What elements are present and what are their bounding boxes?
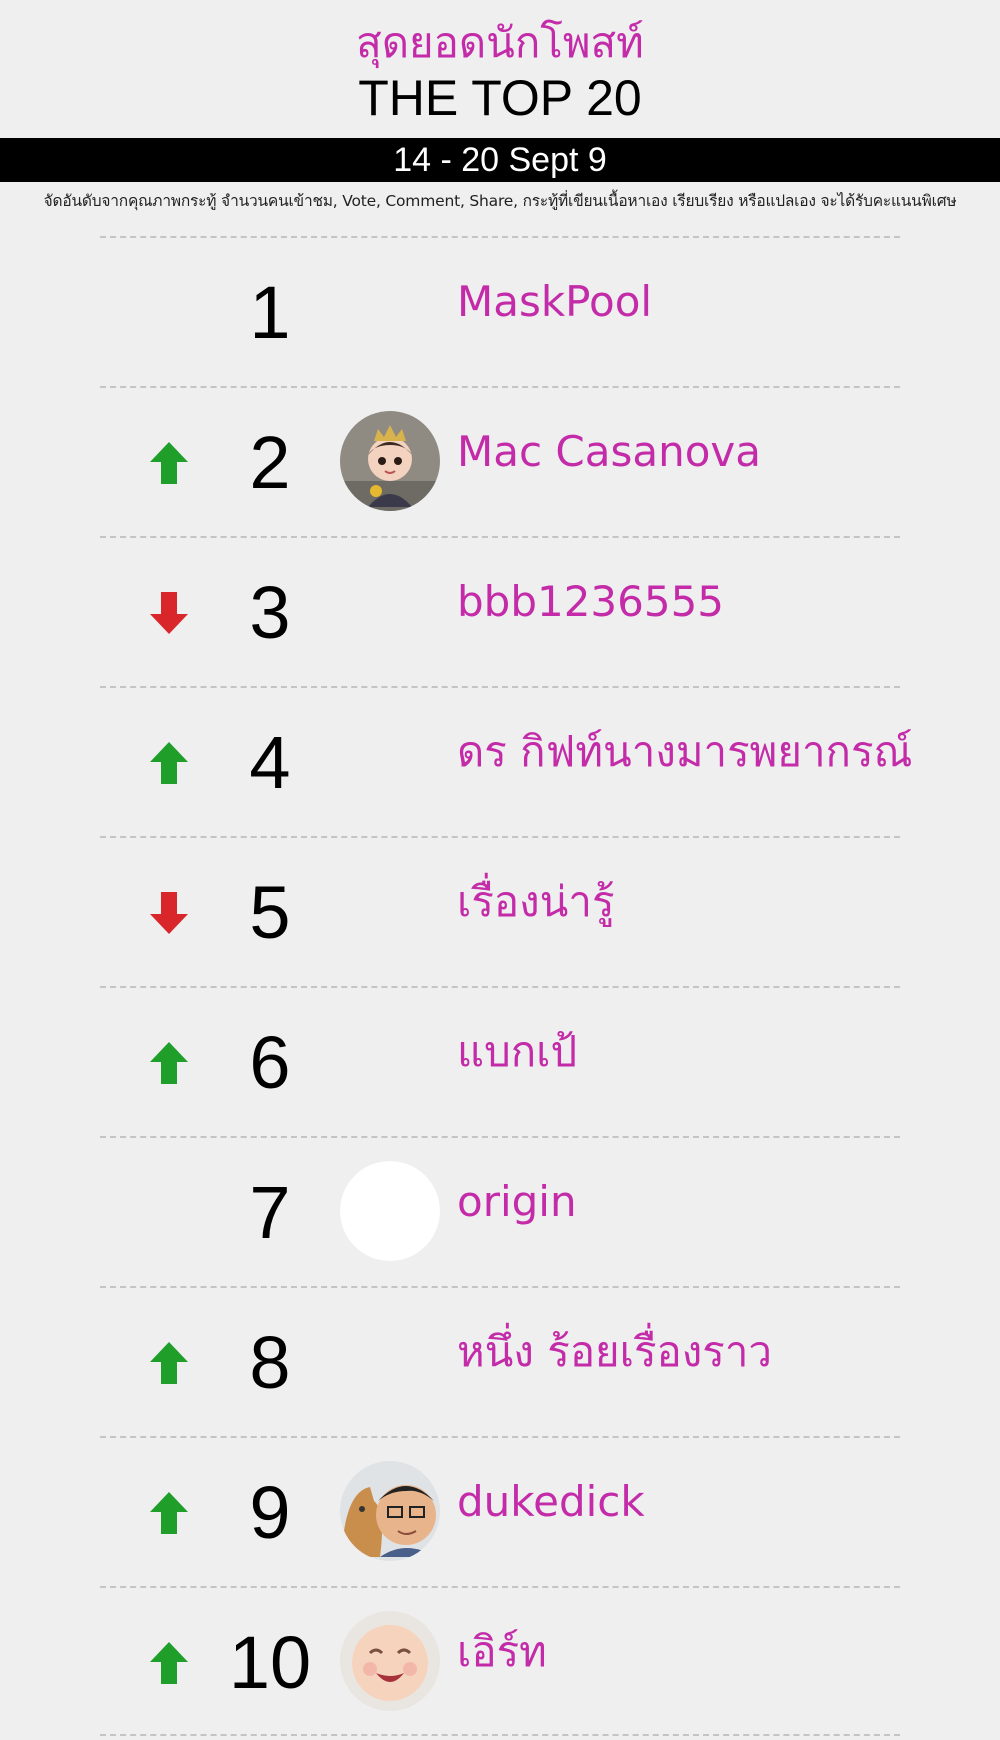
title-english: THE TOP 20 xyxy=(358,70,642,126)
trend-up-arrow-icon xyxy=(148,1340,190,1386)
user-avatar[interactable] xyxy=(340,1161,440,1261)
date-range-bar: 14 - 20 Sept 9 xyxy=(0,138,1000,182)
ranking-row: 1 MaskPool xyxy=(100,236,900,386)
ranking-row: 5 เรื่องน่ารู้ xyxy=(100,836,900,986)
ranking-row: 4 ดร กิฟท์นางมารพยากรณ์ xyxy=(100,686,913,836)
trend-down-arrow-icon xyxy=(148,590,190,636)
rank-number: 9 xyxy=(249,1471,291,1554)
ranking-list: 1 MaskPool 2 Mac Casanova 3 bbb1236555 4 ดร กิ… xyxy=(100,236,913,1736)
trend-up-arrow-icon xyxy=(148,440,190,486)
rank-number: 5 xyxy=(249,871,291,954)
user-name-link[interactable]: เรื่องน่ารู้ xyxy=(457,874,615,930)
user-name-link[interactable]: เอิร์ท xyxy=(457,1624,547,1680)
user-name-link[interactable]: แบกเป้ xyxy=(457,1024,577,1080)
ranking-note: จัดอันดับจากคุณภาพกระทู้ จำนวนคนเข้าชม, … xyxy=(43,192,957,210)
user-name-link[interactable]: bbb1236555 xyxy=(457,574,724,630)
ranking-row: 2 Mac Casanova xyxy=(100,386,900,536)
ranking-row: 3 bbb1236555 xyxy=(100,536,900,686)
user-name-link[interactable]: Mac Casanova xyxy=(457,424,761,480)
rank-number: 1 xyxy=(249,271,291,354)
user-name-link[interactable]: dukedick xyxy=(457,1474,645,1530)
ranking-row: 6 แบกเป้ xyxy=(100,986,900,1136)
trend-up-arrow-icon xyxy=(148,1040,190,1086)
rank-number: 2 xyxy=(249,421,291,504)
user-name-link[interactable]: หนึ่ง ร้อยเรื่องราว xyxy=(457,1324,772,1380)
trend-down-arrow-icon xyxy=(148,890,190,936)
rank-number: 8 xyxy=(249,1321,291,1404)
user-name-link[interactable]: origin xyxy=(457,1174,577,1230)
rank-number: 6 xyxy=(249,1021,291,1104)
user-avatar[interactable] xyxy=(340,411,440,511)
rank-number: 10 xyxy=(228,1621,312,1704)
trend-up-arrow-icon xyxy=(148,740,190,786)
ranking-row: 10 เอิร์ท xyxy=(100,1586,900,1736)
ranking-row: 9 dukedick xyxy=(100,1436,900,1586)
ranking-row: 8 หนึ่ง ร้อยเรื่องราว xyxy=(100,1286,900,1436)
rank-number: 4 xyxy=(249,721,291,804)
page-header: สุดยอดนักโพสท์ THE TOP 20 14 - 20 Sept 9… xyxy=(0,0,1000,211)
user-avatar[interactable] xyxy=(340,1461,440,1561)
user-avatar[interactable] xyxy=(340,1611,440,1711)
trend-up-arrow-icon xyxy=(148,1490,190,1536)
rank-number: 7 xyxy=(249,1171,291,1254)
rank-number: 3 xyxy=(249,571,291,654)
user-name-link[interactable]: MaskPool xyxy=(457,274,652,330)
title-thai: สุดยอดนักโพสท์ xyxy=(356,18,644,67)
ranking-row: 7 origin xyxy=(100,1136,900,1286)
user-name-link[interactable]: ดร กิฟท์นางมารพยากรณ์ xyxy=(457,724,913,780)
trend-up-arrow-icon xyxy=(148,1640,190,1686)
